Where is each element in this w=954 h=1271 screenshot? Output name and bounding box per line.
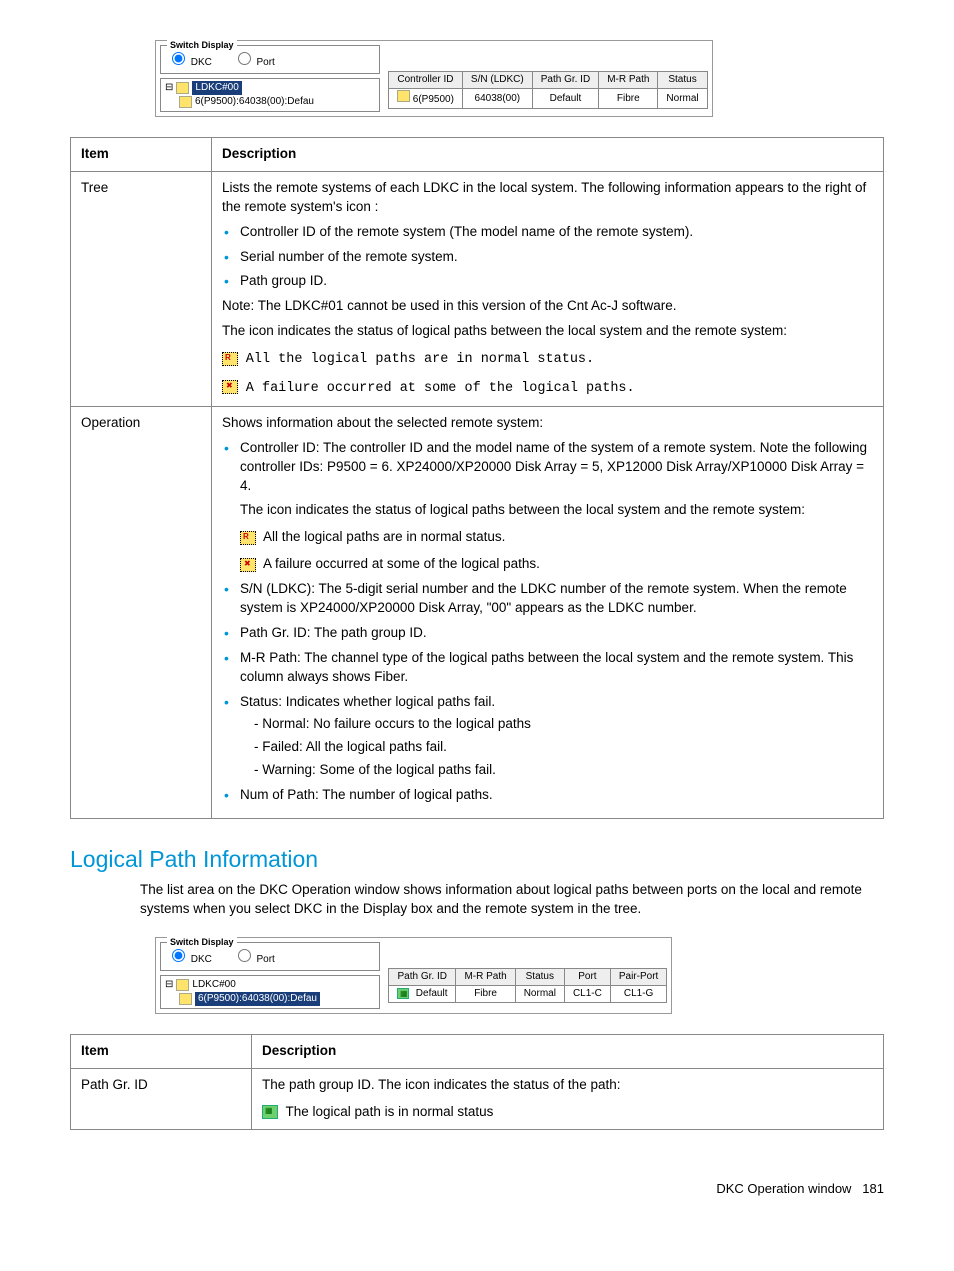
col-desc-2: Description	[252, 1035, 884, 1069]
description-table-1: Item Description Tree Lists the remote s…	[70, 137, 884, 819]
radio-dkc-2[interactable]: DKC	[167, 954, 212, 965]
col-desc: Description	[212, 138, 884, 172]
radio-port-2[interactable]: Port	[233, 954, 275, 965]
remote-system-table: Controller ID S/N (LDKC) Path Gr. ID M-R…	[388, 71, 708, 109]
radio-dkc[interactable]: DKC	[167, 57, 212, 68]
switch-display-box-2: Switch Display DKC Port	[160, 942, 380, 971]
tree-root-2[interactable]: ⊟ LDKC#00	[165, 978, 375, 992]
tree-area: ⊟ LDKC#00 6(P9500):64038(00):Defau	[160, 78, 380, 112]
status-normal-icon	[222, 352, 238, 366]
row-pathgr-desc: The path group ID. The icon indicates th…	[252, 1068, 884, 1129]
radio-port[interactable]: Port	[233, 57, 275, 68]
tree-child[interactable]: 6(P9500):64038(00):Defau	[179, 95, 375, 109]
switch-display-box: Switch Display DKC Port	[160, 45, 380, 74]
tree-root[interactable]: ⊟ LDKC#00	[165, 81, 375, 95]
logical-path-table: Path Gr. ID M-R Path Status Port Pair-Po…	[388, 968, 667, 1003]
figure-dkc-operation: Switch Display DKC Port ⊟ LDKC#00 6(P950…	[155, 40, 713, 117]
figure-logical-path: Switch Display DKC Port ⊟ LDKC#00 6(P950…	[155, 937, 672, 1014]
row-tree-item: Tree	[71, 171, 212, 406]
status-fail-icon	[222, 380, 238, 394]
description-table-2: Item Description Path Gr. ID The path gr…	[70, 1034, 884, 1130]
col-item-2: Item	[71, 1035, 252, 1069]
row-pathgr-item: Path Gr. ID	[71, 1068, 252, 1129]
tree-child-2[interactable]: 6(P9500):64038(00):Defau	[179, 992, 375, 1006]
path-normal-icon	[262, 1105, 278, 1119]
status-normal-icon	[240, 531, 256, 545]
row-operation-desc: Shows information about the selected rem…	[212, 406, 884, 818]
status-fail-icon	[240, 558, 256, 572]
section-title: Logical Path Information	[70, 843, 884, 875]
row-operation-item: Operation	[71, 406, 212, 818]
section-para: The list area on the DKC Operation windo…	[140, 881, 884, 919]
col-item: Item	[71, 138, 212, 172]
switch-legend: Switch Display	[167, 39, 237, 52]
row-tree-desc: Lists the remote systems of each LDKC in…	[212, 171, 884, 406]
tree-area-2: ⊟ LDKC#00 6(P9500):64038(00):Defau	[160, 975, 380, 1009]
page-footer: DKC Operation window 181	[70, 1180, 884, 1198]
